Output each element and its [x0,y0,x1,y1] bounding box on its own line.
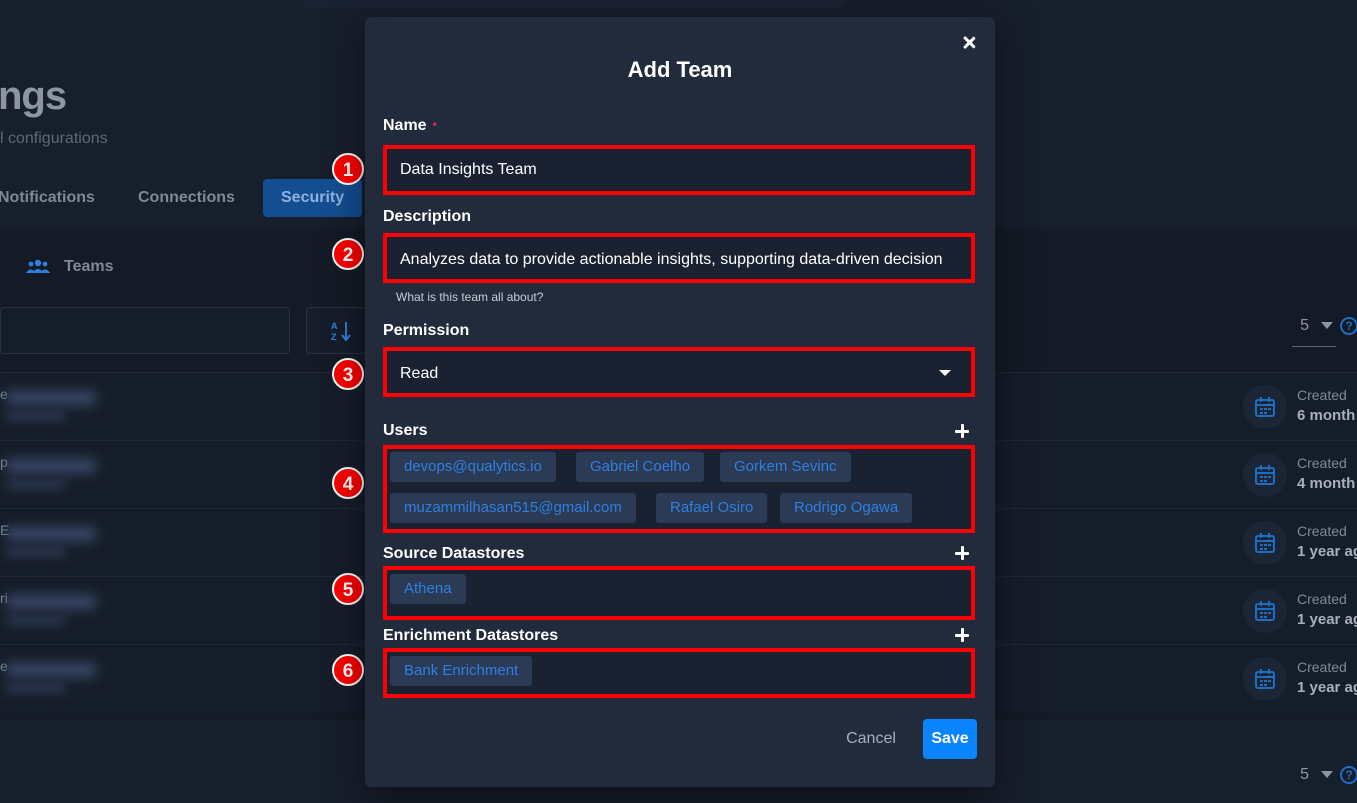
source-datastores-label: Source Datastores [383,545,525,562]
blurred-detail [6,615,66,625]
name-label: Name • [383,117,437,134]
created-when: 1 year ag [1297,679,1357,696]
help-icon[interactable]: ? [1340,317,1357,335]
teams-tab-label[interactable]: Teams [64,258,114,276]
annotation-badge-3: 3 [332,358,364,390]
created-label: Created [1297,659,1347,675]
chevron-down-icon [1321,322,1333,330]
svg-text:Z: Z [331,332,337,342]
name-field[interactable]: Data Insights Team [383,145,975,195]
search-input[interactable] [0,307,290,354]
datastore-chip[interactable]: Bank Enrichment [390,656,533,686]
user-chip[interactable]: Gorkem Sevinc [720,452,851,482]
source-datastores-field[interactable]: Athena [383,566,975,620]
help-icon[interactable]: ? [1340,766,1357,784]
description-hint: What is this team all about? [396,290,544,304]
calendar-icon [1243,657,1287,701]
required-mark: • [432,117,437,131]
cancel-button[interactable]: Cancel [831,719,911,759]
dialog-title: Add Team [627,57,733,82]
blurred-detail [6,411,66,421]
user-chip[interactable]: Rafael Osiro [656,493,768,523]
calendar-icon [1243,521,1287,565]
created-label: Created [1297,387,1347,403]
blurred-detail [6,547,66,557]
created-when: 4 month [1297,475,1356,492]
add-enrichment-datastore-icon[interactable] [955,628,969,642]
svg-text:A: A [331,321,338,331]
permission-select[interactable]: Read [383,347,975,397]
add-team-dialog: Add Team Name • Data Insights Team Descri… [365,17,995,787]
user-chip[interactable]: devops@qualytics.io [390,452,556,482]
tab-notifications[interactable]: Notifications [0,179,95,217]
page-title: ngs [0,74,67,118]
created-label: Created [1297,523,1347,539]
created-when: 1 year ag [1297,543,1357,560]
blurred-name [6,663,96,677]
add-source-datastore-icon[interactable] [955,546,969,560]
calendar-icon [1243,453,1287,497]
created-label: Created [1297,455,1347,471]
page-subtitle: l configurations [0,130,108,147]
user-chip[interactable]: muzammilhasan515@gmail.com [390,493,636,523]
created-when: 6 month [1297,407,1356,424]
description-field[interactable]: Analyzes data to provide actionable insi… [383,233,975,283]
name-field-value: Data Insights Team [400,161,537,178]
blurred-detail [6,683,66,693]
user-chip[interactable]: Gabriel Coelho [576,452,705,482]
permission-select-value: Read [400,365,439,382]
sort-button[interactable]: A Z [306,307,366,354]
page-size-underline [1292,346,1336,347]
enrichment-datastores-label: Enrichment Datastores [383,627,559,644]
users-group-icon [26,259,50,273]
annotation-badge-4: 4 [332,467,364,499]
users-label: Users [383,422,428,439]
chevron-down-icon [939,370,951,376]
close-icon[interactable] [960,34,978,52]
blurred-name [6,459,96,473]
created-label: Created [1297,591,1347,607]
top-bar [302,0,845,8]
annotation-badge-2: 2 [332,238,364,270]
annotation-badge-1: 1 [332,153,364,185]
add-user-icon[interactable] [955,424,969,438]
chevron-down-icon [1321,771,1333,779]
page-size-select[interactable]: 5 [1300,317,1333,335]
created-when: 1 year ag [1297,611,1357,628]
blurred-detail [6,479,66,489]
permission-label: Permission [383,322,470,339]
datastore-chip[interactable]: Athena [390,574,466,604]
blurred-name [6,391,96,405]
description-label: Description [383,208,472,225]
user-chip[interactable]: Rodrigo Ogawa [780,493,913,523]
blurred-name [6,595,96,609]
calendar-icon [1243,385,1287,429]
save-button[interactable]: Save [923,719,977,759]
blurred-name [6,527,96,541]
calendar-icon [1243,589,1287,633]
tab-connections[interactable]: Connections [138,179,235,217]
annotation-badge-5: 5 [332,573,364,605]
sort-az-icon: A Z [331,321,351,342]
description-field-value: Analyzes data to provide actionable insi… [400,251,943,268]
enrichment-datastores-field[interactable]: Bank Enrichment [383,648,975,698]
annotation-badge-6: 6 [332,654,364,686]
page-size-select-bottom[interactable]: 5 [1300,766,1333,784]
users-field[interactable]: devops@qualytics.io Gabriel Coelho Gorke… [383,445,975,533]
